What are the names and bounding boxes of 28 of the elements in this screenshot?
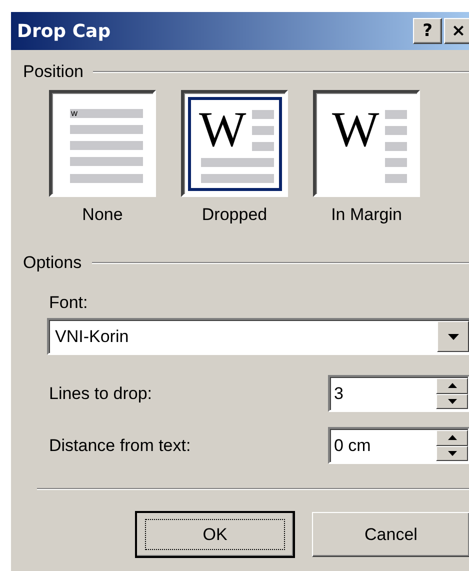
font-dropdown[interactable]: VNI-Korin xyxy=(47,318,469,355)
spin-up-button[interactable] xyxy=(436,430,468,446)
dialog-button[interactable]: OK xyxy=(136,512,294,557)
field-label: Distance from text: xyxy=(49,436,192,456)
position-option[interactable]: w None xyxy=(49,90,156,225)
field-label: Font: xyxy=(49,293,89,313)
preview-letter: W xyxy=(332,101,380,157)
up-arrow-icon xyxy=(448,383,456,388)
spin-up-button[interactable] xyxy=(436,378,468,394)
close-button[interactable]: × xyxy=(444,18,469,44)
up-arrow-icon xyxy=(448,435,456,440)
group-label: Options xyxy=(23,253,82,273)
spin-down-button[interactable] xyxy=(436,394,468,409)
position-option[interactable]: W In Margin xyxy=(313,90,420,225)
dropdown-arrow-icon xyxy=(448,334,458,340)
down-arrow-icon xyxy=(448,450,456,456)
window-title: Drop Cap xyxy=(17,20,112,42)
position-option[interactable]: W Dropped xyxy=(181,90,288,225)
field-label: Lines to drop: xyxy=(49,384,154,404)
spin-down-button[interactable] xyxy=(436,446,468,461)
group-label: Position xyxy=(23,62,84,82)
help-button[interactable]: ? xyxy=(413,18,442,44)
spin-field[interactable]: 0 cm xyxy=(328,427,469,464)
preview-letter: W xyxy=(199,101,246,157)
down-arrow-icon xyxy=(448,398,456,404)
preview-letter: w xyxy=(71,108,78,118)
dialog-button[interactable]: Cancel xyxy=(312,512,469,557)
spin-field[interactable]: 3 xyxy=(328,375,469,412)
